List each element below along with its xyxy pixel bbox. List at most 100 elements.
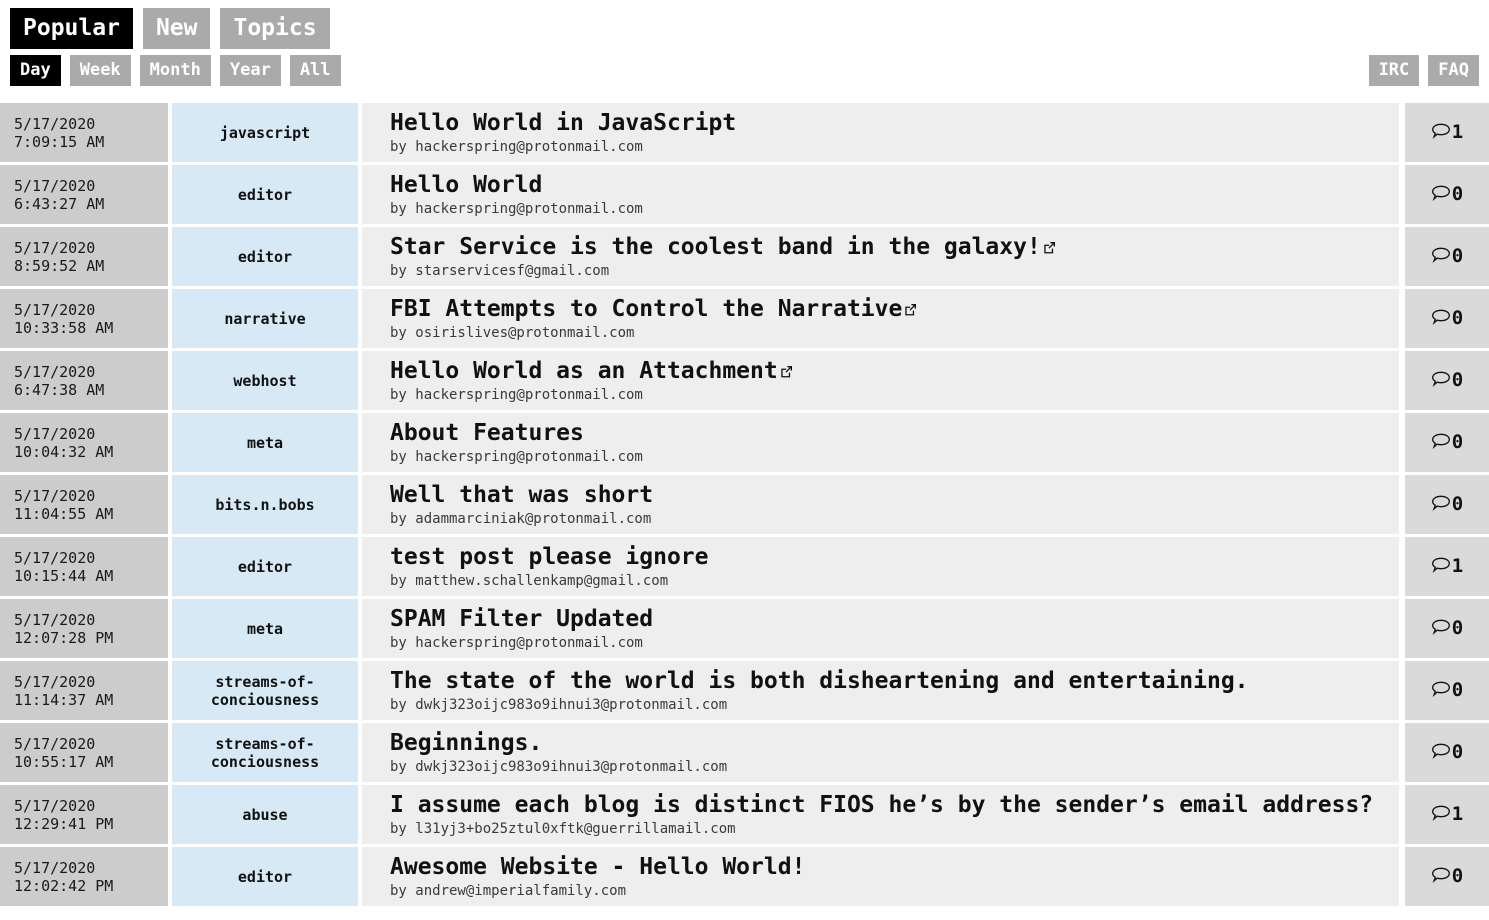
post-comments-cell[interactable]: 0	[1399, 475, 1489, 534]
comment-bubble-icon	[1431, 494, 1451, 516]
post-comments-cell[interactable]: 0	[1399, 227, 1489, 286]
comment-count: 0	[1451, 307, 1464, 329]
post-title-link[interactable]: Hello World	[390, 172, 1391, 199]
secondary-nav-row: Day Week Month Year All IRC FAQ	[10, 55, 1479, 86]
post-author: by hackerspring@protonmail.com	[390, 138, 643, 155]
post-title-link[interactable]: Awesome Website - Hello World!	[390, 854, 1391, 881]
nav-tab-popular[interactable]: Popular	[10, 8, 133, 49]
post-date: 5/17/2020	[14, 858, 96, 877]
external-link-icon	[780, 365, 793, 378]
post-author: by dwkj323oijc983o9ihnui3@protonmail.com	[390, 696, 728, 713]
post-timestamp-cell: 5/17/2020 10:55:17 AM	[0, 723, 169, 782]
post-comments-cell[interactable]: 1	[1399, 785, 1489, 844]
post-topic-tag[interactable]: meta	[169, 413, 362, 472]
post-topic-tag[interactable]: editor	[169, 537, 362, 596]
timeframe-day[interactable]: Day	[10, 55, 61, 86]
post-comments-cell[interactable]: 0	[1399, 351, 1489, 410]
post-row[interactable]: 5/17/2020 8:59:52 AM editor Star Service is…	[0, 227, 1489, 286]
post-timestamp-cell: 5/17/2020 7:09:15 AM	[0, 103, 169, 162]
post-title-text: Hello World in JavaScript	[390, 109, 737, 136]
post-comments-cell[interactable]: 0	[1399, 165, 1489, 224]
post-topic-tag[interactable]: javascript	[169, 103, 362, 162]
post-topic-tag[interactable]: narrative	[169, 289, 362, 348]
comment-bubble-icon	[1431, 184, 1451, 206]
post-content-cell: I assume each blog is distinct FIOS he’s…	[362, 785, 1399, 844]
post-row[interactable]: 5/17/2020 11:04:55 AM bits.n.bobs Well that…	[0, 475, 1489, 534]
post-comments-cell[interactable]: 0	[1399, 289, 1489, 348]
comment-count: 0	[1451, 679, 1464, 701]
post-title-link[interactable]: test post please ignore	[390, 544, 1391, 571]
post-row[interactable]: 5/17/2020 10:55:17 AM streams-of-conciousn…	[0, 723, 1489, 782]
post-comments-cell[interactable]: 0	[1399, 661, 1489, 720]
post-title-link[interactable]: I assume each blog is distinct FIOS he’s…	[390, 792, 1391, 819]
comment-count-group: 0	[1431, 432, 1463, 454]
comment-count-group: 1	[1431, 804, 1463, 826]
post-time: 11:14:37 AM	[14, 690, 114, 709]
post-title-link[interactable]: FBI Attempts to Control the Narrative	[390, 296, 1391, 323]
post-topic-tag[interactable]: abuse	[169, 785, 362, 844]
post-topic-tag[interactable]: editor	[169, 227, 362, 286]
post-date: 5/17/2020	[14, 114, 96, 133]
post-time: 8:59:52 AM	[14, 256, 105, 275]
post-title-link[interactable]: Hello World in JavaScript	[390, 110, 1391, 137]
post-comments-cell[interactable]: 0	[1399, 413, 1489, 472]
nav-tab-topics[interactable]: Topics	[220, 8, 330, 49]
post-topic-tag[interactable]: streams-of-conciousness	[169, 661, 362, 720]
post-title-text: Well that was short	[390, 481, 654, 508]
post-title-text: Hello World	[390, 171, 543, 198]
post-comments-cell[interactable]: 0	[1399, 599, 1489, 658]
post-comments-cell[interactable]: 1	[1399, 103, 1489, 162]
post-time: 6:43:27 AM	[14, 194, 105, 213]
post-title-link[interactable]: Well that was short	[390, 482, 1391, 509]
post-row[interactable]: 5/17/2020 12:29:41 PM abuse I assume each b…	[0, 785, 1489, 844]
post-time: 12:29:41 PM	[14, 814, 114, 833]
comment-bubble-icon	[1431, 556, 1451, 578]
post-title-link[interactable]: Star Service is the coolest band in the …	[390, 234, 1391, 261]
post-row[interactable]: 5/17/2020 12:02:42 PM editor Awesome Websit…	[0, 847, 1489, 906]
post-row[interactable]: 5/17/2020 10:33:58 AM narrative FBI Attempt…	[0, 289, 1489, 348]
timeframe-year[interactable]: Year	[219, 55, 281, 86]
post-row[interactable]: 5/17/2020 11:14:37 AM streams-of-conciousn…	[0, 661, 1489, 720]
post-topic-tag[interactable]: streams-of-conciousness	[169, 723, 362, 782]
external-link-icon	[904, 303, 917, 316]
post-topic-tag[interactable]: meta	[169, 599, 362, 658]
post-content-cell: Awesome Website - Hello World! by andrew@…	[362, 847, 1399, 906]
timeframe-month[interactable]: Month	[139, 55, 211, 86]
post-title-link[interactable]: SPAM Filter Updated	[390, 606, 1391, 633]
post-topic-tag[interactable]: bits.n.bobs	[169, 475, 362, 534]
post-topic-tag[interactable]: webhost	[169, 351, 362, 410]
post-row[interactable]: 5/17/2020 10:04:32 AM meta About Features by…	[0, 413, 1489, 472]
post-timestamp-cell: 5/17/2020 6:43:27 AM	[0, 165, 169, 224]
post-title-link[interactable]: Hello World as an Attachment	[390, 358, 1391, 385]
post-topic-tag[interactable]: editor	[169, 165, 362, 224]
post-title-text: Hello World as an Attachment	[390, 357, 778, 384]
nav-link-faq[interactable]: FAQ	[1428, 55, 1479, 86]
comment-count: 0	[1451, 431, 1464, 453]
post-comments-cell[interactable]: 0	[1399, 723, 1489, 782]
post-row[interactable]: 5/17/2020 10:15:44 AM editor test post plea…	[0, 537, 1489, 596]
timeframe-all[interactable]: All	[289, 55, 341, 86]
top-navigation: Popular New Topics Day Week Month Year All IRC…	[0, 0, 1489, 100]
post-row[interactable]: 5/17/2020 6:43:27 AM editor Hello World by h…	[0, 165, 1489, 224]
comment-count: 1	[1451, 121, 1464, 143]
post-title-text: Beginnings.	[390, 729, 543, 756]
post-content-cell: test post please ignore by matthew.schall…	[362, 537, 1399, 596]
post-row[interactable]: 5/17/2020 12:07:28 PM meta SPAM Filter Upda…	[0, 599, 1489, 658]
post-content-cell: SPAM Filter Updated by hackerspring@proto…	[362, 599, 1399, 658]
post-row[interactable]: 5/17/2020 6:47:38 AM webhost Hello World as…	[0, 351, 1489, 410]
post-row[interactable]: 5/17/2020 7:09:15 AM javascript Hello World…	[0, 103, 1489, 162]
post-author: by andrew@imperialfamily.com	[390, 882, 627, 899]
post-comments-cell[interactable]: 0	[1399, 847, 1489, 906]
nav-tab-new[interactable]: New	[142, 8, 211, 49]
post-title-link[interactable]: About Features	[390, 420, 1391, 447]
post-list-table: 5/17/2020 7:09:15 AM javascript Hello World…	[0, 100, 1489, 909]
post-author: by hackerspring@protonmail.com	[390, 200, 643, 217]
post-title-link[interactable]: Beginnings.	[390, 730, 1391, 757]
nav-link-irc[interactable]: IRC	[1368, 55, 1420, 86]
timeframe-week[interactable]: Week	[69, 55, 131, 86]
post-comments-cell[interactable]: 1	[1399, 537, 1489, 596]
external-link-icon	[1043, 241, 1056, 254]
post-title-link[interactable]: The state of the world is both dishearte…	[390, 668, 1391, 695]
post-author: by dwkj323oijc983o9ihnui3@protonmail.com	[390, 758, 728, 775]
post-topic-tag[interactable]: editor	[169, 847, 362, 906]
